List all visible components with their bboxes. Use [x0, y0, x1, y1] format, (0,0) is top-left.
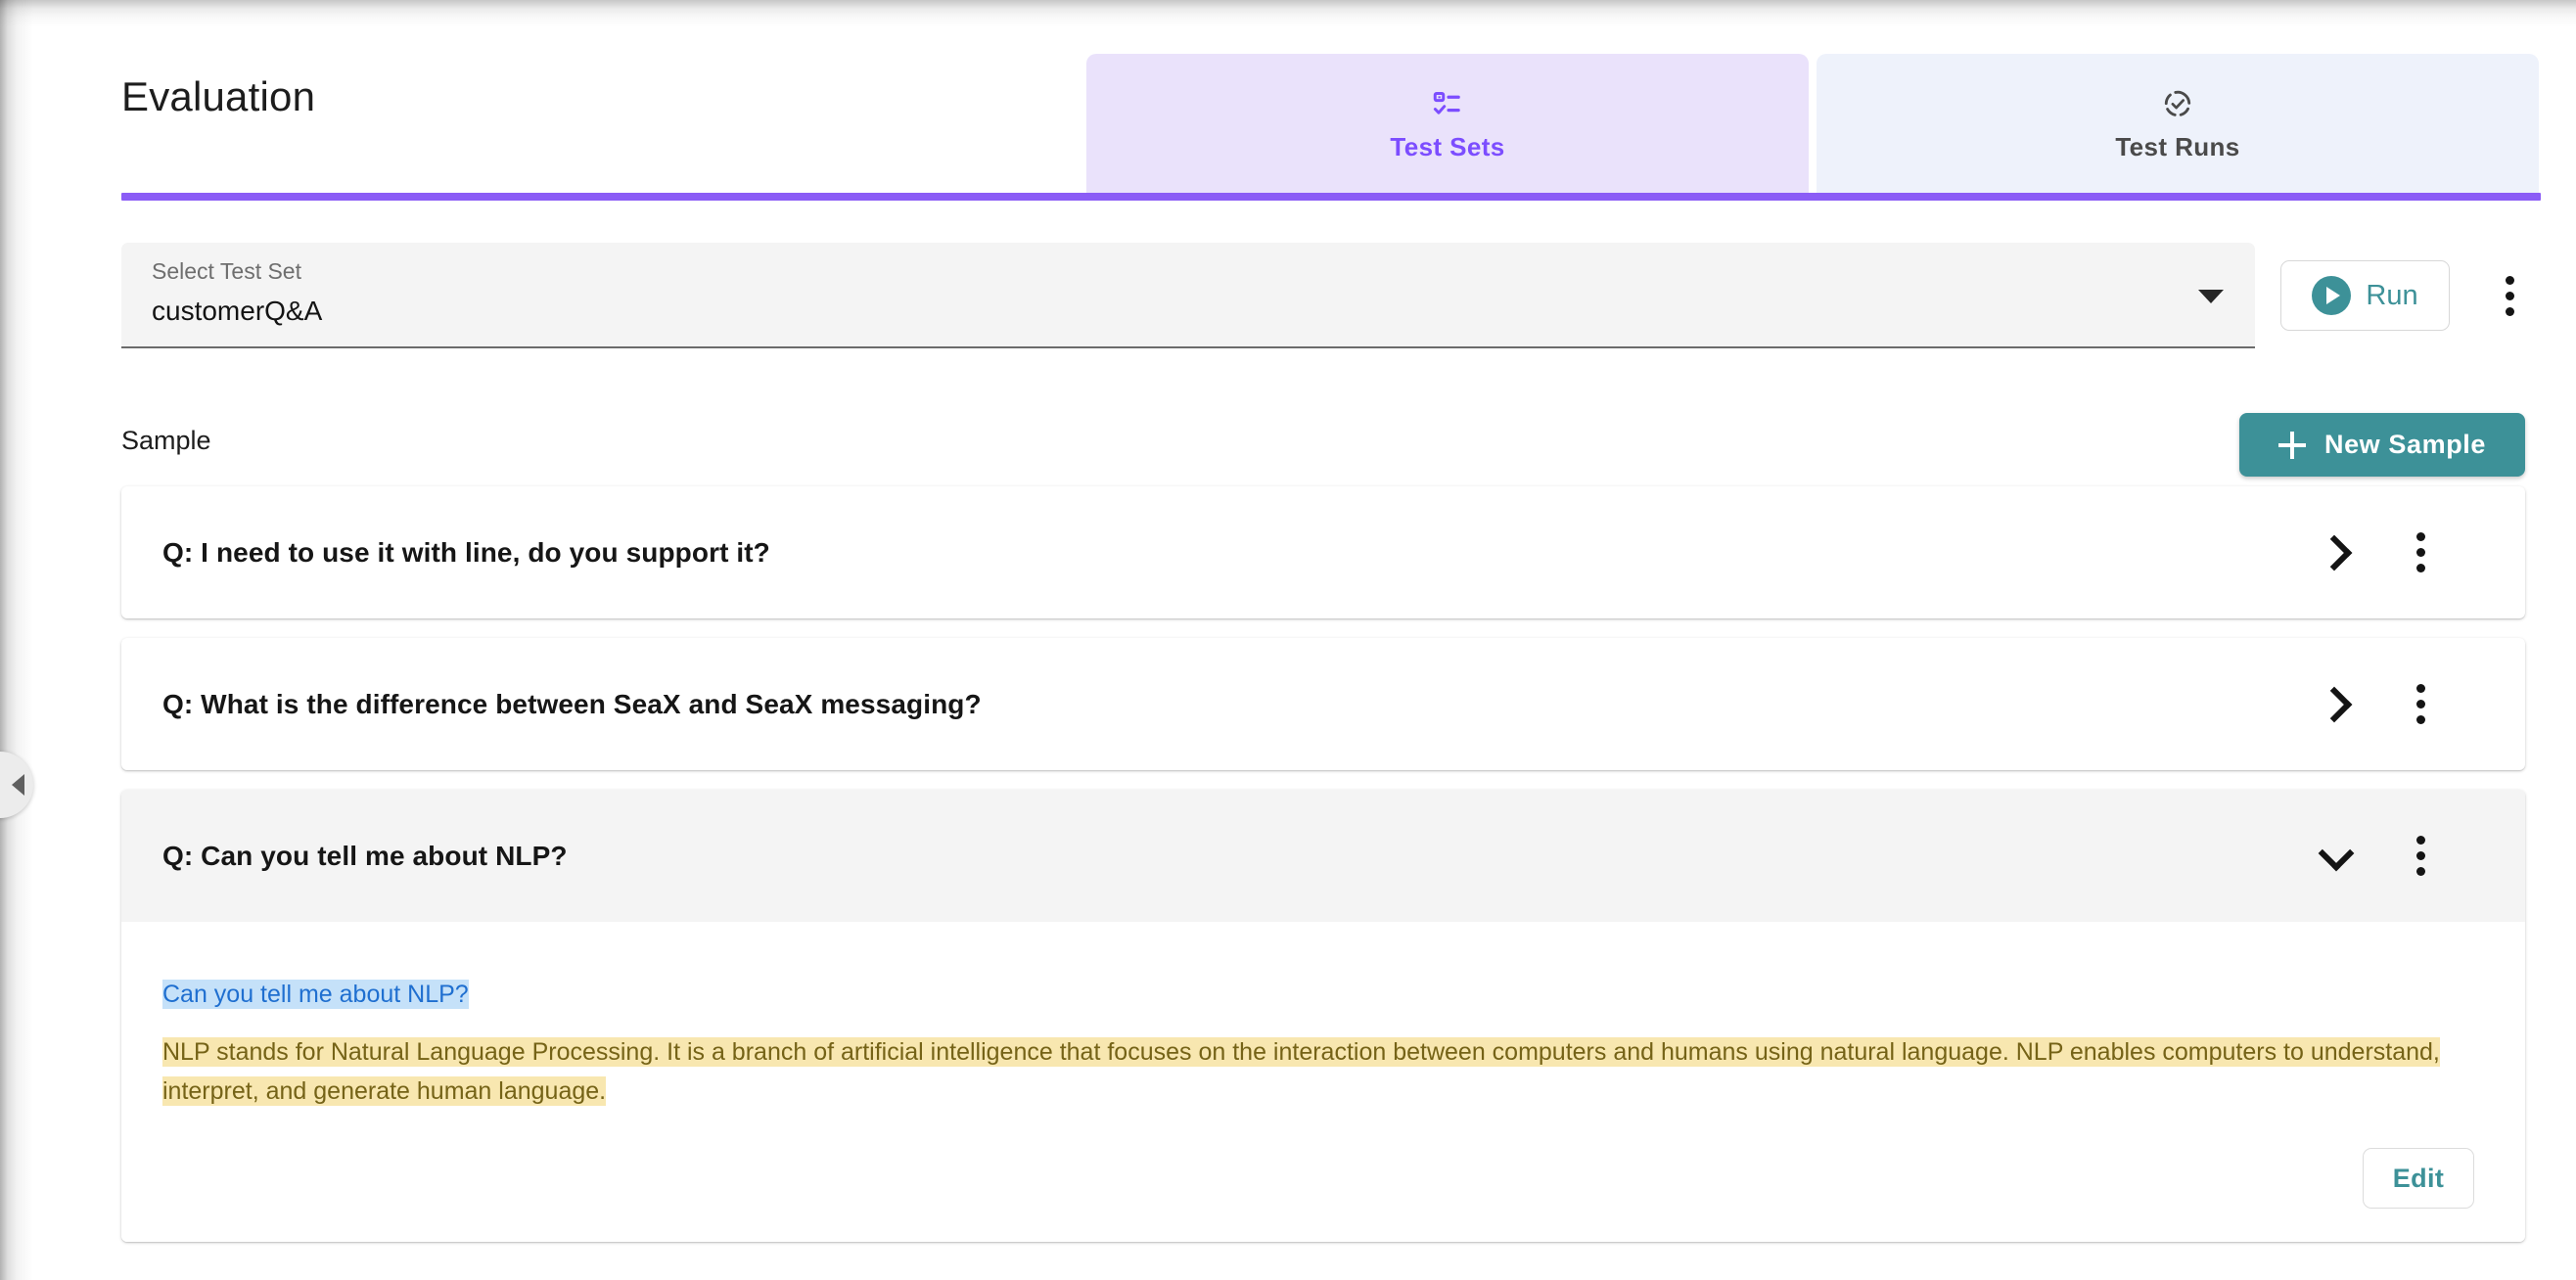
sample-question: Q: Can you tell me about NLP?: [162, 840, 568, 871]
sample-overflow-button[interactable]: [2392, 676, 2449, 733]
sample-overflow-button[interactable]: [2392, 828, 2449, 885]
test-set-select-label: Select Test Set: [152, 258, 301, 284]
sample-question: Q: I need to use it with line, do you su…: [162, 536, 770, 568]
tab-bar: Test Sets Test Runs: [1086, 54, 2539, 193]
chevron-left-collapse-icon: [12, 774, 24, 796]
chevron-right-icon[interactable]: [2308, 525, 2365, 581]
sample-card-header[interactable]: Q: What is the difference between SeaX a…: [121, 638, 2525, 770]
sample-card-header[interactable]: Q: I need to use it with line, do you su…: [121, 486, 2525, 618]
header-accent-rule: [121, 193, 2541, 201]
sample-input-row: Can you tell me about NLP?: [162, 977, 2484, 1012]
page-title: Evaluation: [121, 73, 316, 119]
tab-test-runs-label: Test Runs: [2115, 132, 2240, 161]
new-sample-button[interactable]: New Sample: [2239, 413, 2525, 477]
more-vertical-icon: [2415, 836, 2425, 876]
sample-input-text: Can you tell me about NLP?: [162, 980, 469, 1009]
tab-test-runs[interactable]: Test Runs: [1817, 54, 2539, 193]
test-set-select-value: customerQ&A: [152, 296, 323, 326]
toolbar-row: Select Test Set customerQ&A Run: [0, 243, 2576, 356]
sample-list: Q: I need to use it with line, do you su…: [121, 486, 2525, 1261]
page-header: Evaluation Test Sets Test Runs: [0, 0, 2576, 201]
sample-card-body: Can you tell me about NLP? NLP stands fo…: [121, 922, 2525, 1243]
chevron-down-icon[interactable]: [2308, 828, 2365, 885]
more-vertical-icon: [2415, 684, 2425, 724]
run-button[interactable]: Run: [2280, 260, 2450, 331]
dropdown-caret-icon[interactable]: [2198, 290, 2224, 303]
sample-card: Q: What is the difference between SeaX a…: [121, 638, 2525, 770]
checklist-rule-icon: [1431, 87, 1464, 120]
run-button-label: Run: [2366, 279, 2418, 311]
plus-icon: [2277, 431, 2306, 459]
sample-section-label: Sample: [121, 426, 211, 455]
sample-card: Q: Can you tell me about NLP? Can you te…: [121, 790, 2525, 1243]
sample-output-text: NLP stands for Natural Language Processi…: [162, 1037, 2440, 1106]
edit-button[interactable]: Edit: [2363, 1148, 2474, 1210]
toolbar-overflow-button[interactable]: [2481, 267, 2538, 324]
tab-test-sets[interactable]: Test Sets: [1086, 54, 1809, 193]
sample-card-header[interactable]: Q: Can you tell me about NLP?: [121, 790, 2525, 922]
evaluation-page: Evaluation Test Sets Test Runs Select Te…: [0, 0, 2576, 1280]
test-set-select[interactable]: Select Test Set customerQ&A: [121, 243, 2255, 348]
chevron-right-icon[interactable]: [2308, 676, 2365, 733]
sample-overflow-button[interactable]: [2392, 525, 2449, 581]
more-vertical-icon: [2505, 275, 2514, 316]
sample-question: Q: What is the difference between SeaX a…: [162, 688, 982, 719]
more-vertical-icon: [2415, 532, 2425, 572]
published-with-changes-icon: [2161, 87, 2194, 120]
tab-test-sets-label: Test Sets: [1390, 132, 1505, 161]
sample-output-row: NLP stands for Natural Language Processi…: [162, 1033, 2443, 1111]
sidebar-collapse-toggle[interactable]: [0, 752, 33, 818]
sample-actions: Edit: [162, 1148, 2484, 1210]
new-sample-button-label: New Sample: [2323, 430, 2487, 459]
play-circle-icon: [2312, 276, 2352, 315]
sample-card: Q: I need to use it with line, do you su…: [121, 486, 2525, 618]
